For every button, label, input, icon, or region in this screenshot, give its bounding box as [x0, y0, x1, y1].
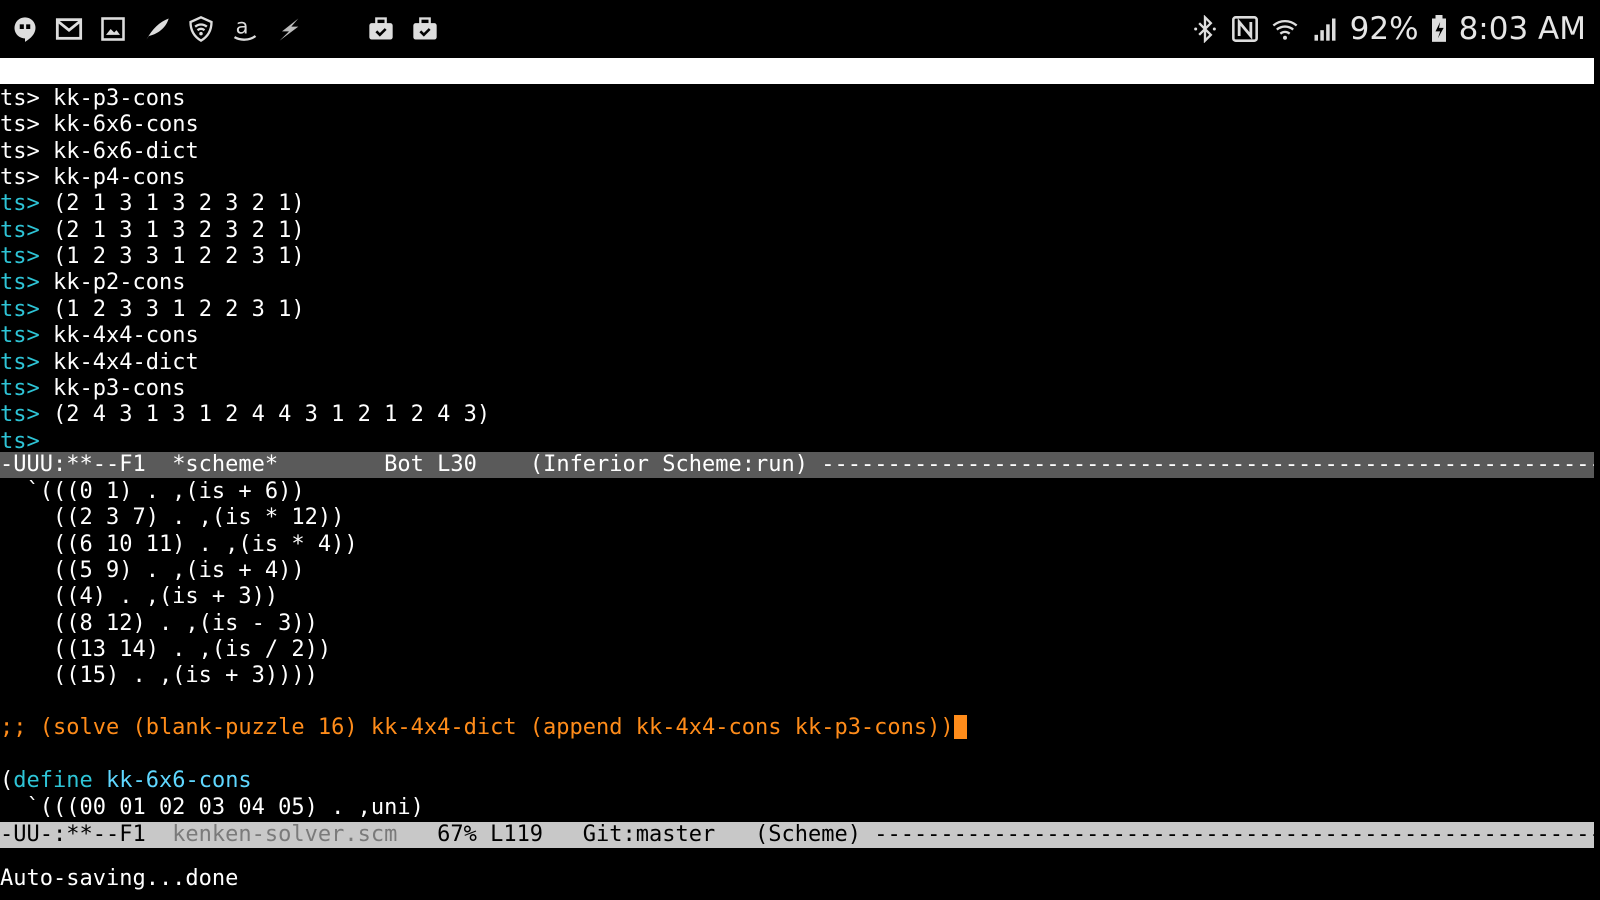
repl-prompt: ts> [0, 244, 40, 270]
battery-percent: 92% [1349, 11, 1419, 47]
source-line: ((4) . ,(is + 3)) [0, 584, 279, 610]
repl-line: ts> kk-p4-cons [0, 165, 185, 192]
source-mode-line: -UU-:**--F1 kenken-solver.scm 67% L119 G… [0, 822, 1594, 848]
emacs-menu-bar: File Edit Options Buffers Tools Scheme H… [0, 58, 1594, 265]
comment-text: ;; (solve (blank-puzzle 16) kk-4x4-dict … [0, 715, 954, 740]
repl-line: ts> (1 2 3 3 1 2 2 3 1) [0, 244, 305, 271]
repl-output: kk-p3-cons [39, 86, 186, 111]
repl-prompt: ts> [0, 402, 40, 428]
repl-line: ts> (2 1 3 1 3 2 3 2 1) [0, 191, 305, 218]
amazon-icon: a [230, 14, 260, 44]
briefcase-check-icon [366, 14, 396, 44]
clock: 8:03 AM [1458, 11, 1586, 47]
gmail-icon [54, 14, 84, 44]
signal-icon [1310, 14, 1340, 44]
source-last-line: `(((00 01 02 03 04 05) . ,uni) [0, 795, 424, 820]
define-line: (define kk-6x6-cons [0, 768, 252, 795]
repl-line: ts> kk-4x4-cons [0, 323, 199, 350]
repl-output: (1 2 3 3 1 2 2 3 1) [39, 244, 305, 270]
repl-line: ts> (2 4 3 1 3 1 2 4 4 3 1 2 1 2 4 3) [0, 402, 490, 429]
flash-icon [274, 14, 304, 44]
mode-line-dashes: ----------------------------------------… [874, 822, 1594, 847]
mode-line-status: -UUU:**--F1 [0, 452, 173, 477]
repl-line: ts> kk-p2-cons [0, 270, 185, 297]
hangouts-icon [10, 14, 40, 44]
repl-line: ts> kk-6x6-dict [0, 139, 199, 166]
repl-output: (2 1 3 1 3 2 3 2 1) [39, 217, 305, 243]
mode-line-position: 67% L119 [397, 822, 583, 847]
repl-line: ts> kk-4x4-dict [0, 350, 199, 377]
source-line: ((13 14) . ,(is / 2)) [0, 637, 332, 663]
source-line: ((8 12) . ,(is - 3)) [0, 610, 318, 636]
repl-prompt: ts> [0, 428, 40, 454]
repl-prompt: ts> [0, 323, 40, 349]
comment-line: ;; (solve (blank-puzzle 16) kk-4x4-dict … [0, 715, 967, 742]
repl-prompt: ts> [0, 191, 40, 217]
svg-text:a: a [236, 15, 249, 39]
repl-output: (1 2 3 3 1 2 2 3 1) [39, 296, 305, 322]
repl-prompt: ts> [0, 165, 40, 191]
repl-line: ts> (2 1 3 1 3 2 3 2 1) [0, 218, 305, 245]
repl-output: kk-4x4-cons [39, 323, 199, 349]
repl-line: ts> kk-p3-cons [0, 86, 185, 113]
define-open-paren: ( [0, 768, 14, 793]
mode-line-status: -UU-:**--F1 [0, 822, 173, 847]
mode-line-mode[interactable]: (Scheme) [755, 822, 874, 847]
feather-icon [142, 14, 172, 44]
repl-line: ts> kk-6x6-cons [0, 112, 199, 139]
mode-line-buffer-name[interactable]: *scheme* [172, 452, 278, 477]
source-line: ((6 10 11) . ,(is * 4)) [0, 531, 358, 557]
repl-prompt: ts> [0, 217, 40, 243]
define-name: kk-6x6-cons [105, 768, 252, 793]
nfc-icon [1230, 14, 1260, 44]
gallery-icon [98, 14, 128, 44]
mode-line-position: Bot L30 [278, 452, 530, 477]
repl-prompt: ts> [0, 270, 40, 296]
mode-line-dashes: ----------------------------------------… [821, 452, 1594, 477]
briefcase-check-icon [410, 14, 440, 44]
system-status: 92% 8:03 AM [1190, 11, 1600, 47]
repl-output: kk-6x6-cons [39, 112, 199, 138]
source-line: ((15) . ,(is + 3)))) [0, 663, 318, 689]
notification-icons: a [0, 14, 440, 44]
repl-output: kk-p4-cons [39, 165, 186, 191]
repl-output: kk-p3-cons [39, 375, 186, 401]
mode-line-mode[interactable]: (Inferior Scheme:run) [530, 452, 821, 477]
define-keyword: define [13, 768, 93, 793]
repl-output: (2 4 3 1 3 1 2 4 4 3 1 2 1 2 4 3) [39, 402, 491, 428]
repl-line: ts> (1 2 3 3 1 2 2 3 1) [0, 297, 305, 324]
repl-prompt: ts> [0, 86, 40, 111]
repl-mode-line: -UUU:**--F1 *scheme* Bot L30 (Inferior S… [0, 452, 1594, 478]
repl-prompt: ts> [0, 138, 40, 164]
text-cursor [953, 715, 967, 739]
battery-charging-icon [1429, 14, 1449, 44]
repl-output: kk-p2-cons [39, 270, 186, 296]
repl-prompt: ts> [0, 296, 40, 322]
mode-line-buffer-name[interactable]: kenken-solver.scm [172, 822, 397, 847]
repl-prompt: ts> [0, 375, 40, 401]
shield-wifi-icon [186, 14, 216, 44]
bluetooth-icon [1190, 14, 1220, 44]
echo-area: Auto-saving...done [0, 866, 239, 891]
source-line: `(((0 1) . ,(is + 6)) [0, 479, 305, 504]
repl-output: (2 1 3 1 3 2 3 2 1) [39, 191, 305, 217]
android-status-bar: a 92% 8:03 AM [0, 0, 1600, 58]
mode-line-git[interactable]: Git:master [583, 822, 755, 847]
source-line: ((2 3 7) . ,(is * 12)) [0, 505, 345, 531]
repl-output: kk-6x6-dict [39, 138, 199, 164]
source-line: ((5 9) . ,(is + 4)) [0, 558, 305, 584]
repl-prompt: ts> [0, 349, 40, 375]
wifi-icon [1270, 14, 1300, 44]
repl-line: ts> kk-p3-cons [0, 376, 185, 403]
repl-output: kk-4x4-dict [39, 349, 199, 375]
repl-prompt: ts> [0, 112, 40, 138]
